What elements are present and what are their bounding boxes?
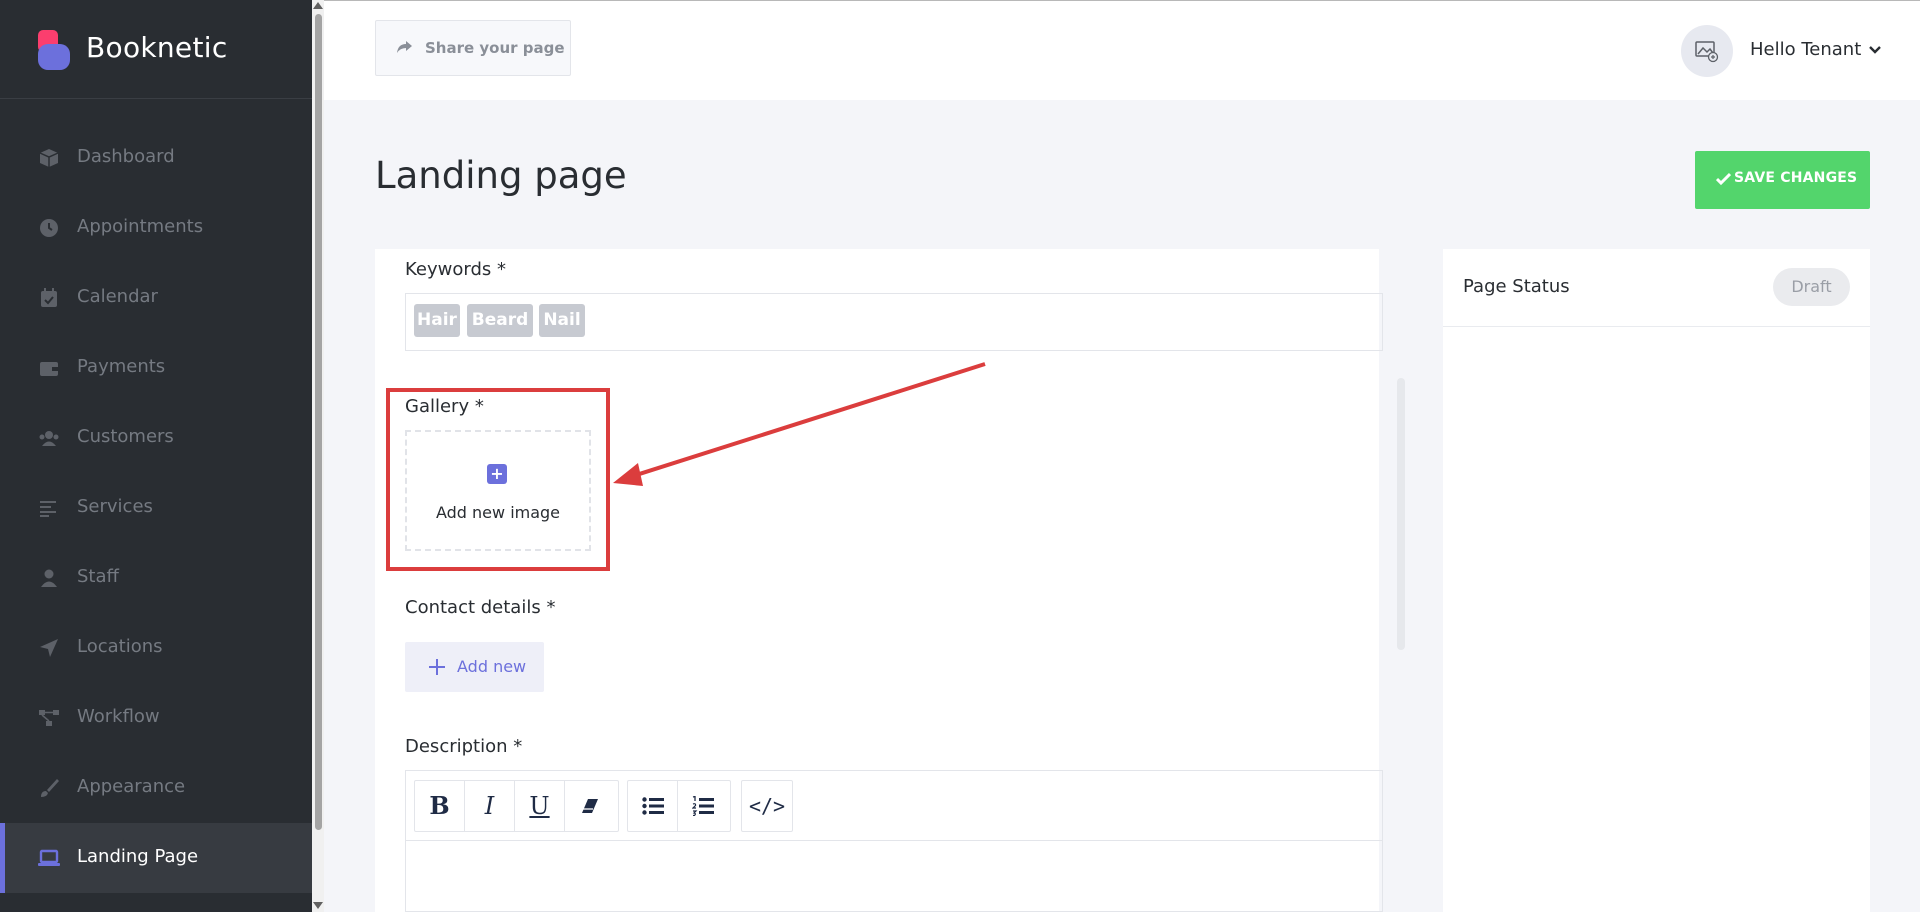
eraser-icon <box>582 799 598 813</box>
sidebar-item-calendar[interactable]: Calendar <box>0 263 312 333</box>
laptop-icon <box>38 849 60 866</box>
sidebar-item-label: Dashboard <box>77 146 175 167</box>
sidebar-item-dashboard[interactable]: Dashboard <box>0 123 312 193</box>
logo-area: Booknetic <box>0 0 312 99</box>
clear-format-button[interactable] <box>565 781 615 831</box>
brush-icon <box>41 779 59 797</box>
share-icon <box>397 41 412 53</box>
list-toolbar-group <box>627 780 731 832</box>
annotation-arrow-icon <box>613 362 986 486</box>
sidebar-item-payments[interactable]: Payments <box>0 333 312 403</box>
page-status-card <box>1443 249 1870 912</box>
list-ol-icon <box>691 795 714 817</box>
keywords-label: Keywords * <box>405 259 506 280</box>
cube-icon <box>39 149 59 167</box>
image-placeholder-icon <box>1695 41 1719 63</box>
scroll-up-arrow-icon[interactable] <box>313 2 323 9</box>
user-icon <box>41 569 57 587</box>
sidebar-item-label: Workflow <box>77 706 160 727</box>
page-scrollbar-thumb[interactable] <box>315 14 322 830</box>
editor-toolbar-divider <box>406 840 1382 841</box>
save-changes-label: SAVE CHANGES <box>1734 170 1858 186</box>
sidebar-item-label: Services <box>77 496 153 517</box>
share-page-button[interactable]: Share your page <box>375 20 571 76</box>
sidebar-item-label: Locations <box>77 636 163 657</box>
share-page-label: Share your page <box>425 39 565 57</box>
align-left-icon <box>40 501 56 517</box>
list-ul-icon <box>641 797 664 815</box>
avatar[interactable] <box>1681 25 1733 77</box>
highlight-box <box>386 388 610 571</box>
sidebar-item-customers[interactable]: Customers <box>0 403 312 473</box>
sidebar-item-label: Staff <box>77 566 119 587</box>
bullet-list-button[interactable] <box>628 781 678 831</box>
status-divider <box>1443 326 1870 327</box>
sidebar-item-services[interactable]: Services <box>0 473 312 543</box>
chevron-down-icon[interactable] <box>1869 44 1881 56</box>
sidebar-item-label: Landing Page <box>77 846 199 867</box>
code-view-button[interactable]: </> <box>742 781 792 831</box>
users-icon <box>39 431 59 446</box>
sidebar-item-label: Appearance <box>77 776 186 797</box>
keyword-tag[interactable]: Hair <box>414 304 460 337</box>
sidebar-item-staff[interactable]: Staff <box>0 543 312 613</box>
active-indicator <box>0 823 5 893</box>
numbered-list-button[interactable] <box>678 781 728 831</box>
sidebar-item-locations[interactable]: Locations <box>0 613 312 683</box>
underline-button[interactable]: U <box>515 781 565 831</box>
contact-details-label: Contact details * <box>405 597 556 618</box>
location-arrow-icon <box>40 639 58 657</box>
page-title: Landing page <box>375 154 627 197</box>
save-changes-button[interactable]: SAVE CHANGES <box>1695 151 1870 209</box>
form-scrollbar-thumb[interactable] <box>1397 378 1405 650</box>
format-toolbar-group: B I U <box>414 780 619 832</box>
sidebar-item-label: Payments <box>77 356 166 377</box>
plus-icon <box>429 659 445 675</box>
check-icon <box>1716 172 1731 186</box>
page-status-label: Page Status <box>1463 276 1570 297</box>
booknetic-logo-icon <box>38 30 70 70</box>
code-toolbar-group: </> <box>741 780 793 832</box>
sidebar-item-label: Customers <box>77 426 174 447</box>
sidebar-item-appointments[interactable]: Appointments <box>0 193 312 263</box>
italic-button[interactable]: I <box>465 781 515 831</box>
description-label: Description * <box>405 736 523 757</box>
keyword-tag[interactable]: Beard <box>467 304 533 337</box>
add-contact-label: Add new <box>457 657 527 676</box>
clock-icon <box>40 219 58 237</box>
status-badge: Draft <box>1773 268 1850 306</box>
bold-button[interactable]: B <box>415 781 465 831</box>
scroll-down-arrow-icon[interactable] <box>313 902 323 909</box>
calendar-check-icon <box>41 288 57 307</box>
add-contact-button[interactable]: Add new <box>405 642 544 692</box>
sidebar-item-landing-page[interactable]: Landing Page <box>0 823 312 893</box>
user-name[interactable]: Hello Tenant <box>1750 39 1861 60</box>
brand-name: Booknetic <box>86 31 228 64</box>
keyword-tag[interactable]: Nail <box>539 304 585 337</box>
sidebar-item-label: Calendar <box>77 286 158 307</box>
workflow-icon <box>39 710 59 726</box>
sidebar-item-appearance[interactable]: Appearance <box>0 753 312 823</box>
sidebar-item-workflow[interactable]: Workflow <box>0 683 312 753</box>
wallet-icon <box>40 362 58 376</box>
sidebar-item-label: Appointments <box>77 216 204 237</box>
